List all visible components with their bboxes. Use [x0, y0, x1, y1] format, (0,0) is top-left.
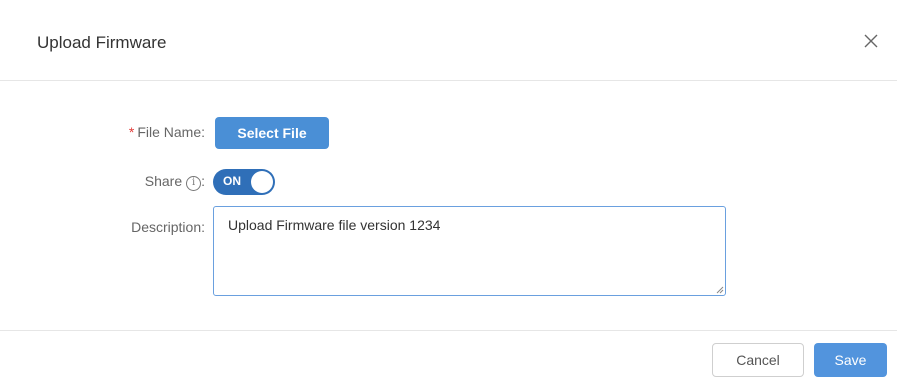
description-label: Description: [131, 219, 205, 235]
dialog-title: Upload Firmware [37, 33, 167, 52]
description-textarea[interactable]: Upload Firmware file version 1234 [213, 206, 726, 296]
description-label-separator: : [201, 219, 205, 235]
file-name-label-separator: : [201, 124, 205, 140]
close-icon [864, 34, 878, 48]
file-name-label: * File Name: [129, 124, 205, 140]
close-button[interactable] [860, 30, 882, 52]
share-label: Share i: [145, 173, 205, 191]
share-label-text: Share [144, 173, 183, 189]
upload-firmware-dialog: Upload Firmware * File Name: Select File … [0, 0, 897, 387]
resize-handle-icon[interactable] [714, 284, 724, 294]
info-icon[interactable]: i [186, 175, 202, 191]
file-name-label-text: File Name [137, 124, 202, 140]
footer-divider [0, 330, 897, 331]
required-indicator: * [128, 124, 135, 140]
description-label-text: Description [131, 219, 202, 235]
dialog-header: Upload Firmware [0, 0, 897, 81]
toggle-knob [251, 171, 273, 193]
toggle-state-text: ON [223, 174, 241, 188]
select-file-button[interactable]: Select File [215, 117, 329, 149]
share-toggle[interactable]: ON [213, 169, 275, 195]
cancel-button[interactable]: Cancel [712, 343, 804, 377]
save-button[interactable]: Save [814, 343, 887, 377]
share-label-separator: : [201, 173, 205, 189]
